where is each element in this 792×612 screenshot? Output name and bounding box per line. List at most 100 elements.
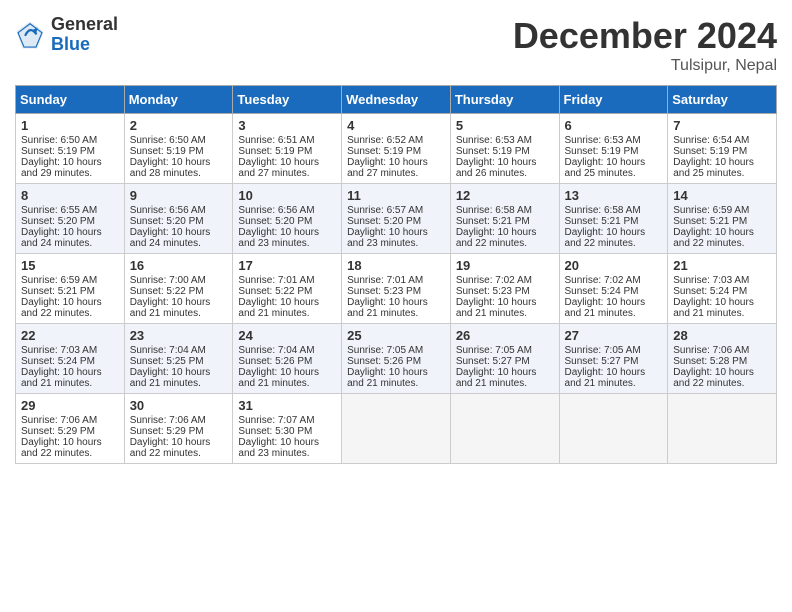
day-info: Daylight: 10 hours [565, 227, 663, 238]
day-info: Daylight: 10 hours [347, 227, 445, 238]
table-row: 27Sunrise: 7:05 AMSunset: 5:27 PMDayligh… [559, 324, 668, 394]
day-info: Sunset: 5:25 PM [130, 356, 228, 367]
day-info: and 24 minutes. [130, 238, 228, 249]
day-info: and 23 minutes. [238, 238, 336, 249]
table-row: 23Sunrise: 7:04 AMSunset: 5:25 PMDayligh… [124, 324, 233, 394]
day-info: Sunrise: 6:57 AM [347, 205, 445, 216]
day-number: 22 [21, 328, 119, 343]
table-row: 26Sunrise: 7:05 AMSunset: 5:27 PMDayligh… [450, 324, 559, 394]
day-info: and 22 minutes. [673, 238, 771, 249]
day-info: and 25 minutes. [565, 168, 663, 179]
day-info: and 21 minutes. [130, 308, 228, 319]
table-row: 5Sunrise: 6:53 AMSunset: 5:19 PMDaylight… [450, 114, 559, 184]
day-info: Sunset: 5:21 PM [565, 216, 663, 227]
table-row: 4Sunrise: 6:52 AMSunset: 5:19 PMDaylight… [342, 114, 451, 184]
day-info: Sunrise: 6:51 AM [238, 135, 336, 146]
day-number: 9 [130, 188, 228, 203]
day-info: Sunrise: 7:02 AM [456, 275, 554, 286]
table-row: 20Sunrise: 7:02 AMSunset: 5:24 PMDayligh… [559, 254, 668, 324]
table-row: 8Sunrise: 6:55 AMSunset: 5:20 PMDaylight… [16, 184, 125, 254]
day-info: and 22 minutes. [565, 238, 663, 249]
day-info: Daylight: 10 hours [21, 297, 119, 308]
day-info: Sunset: 5:26 PM [347, 356, 445, 367]
day-number: 7 [673, 118, 771, 133]
day-info: Sunset: 5:22 PM [238, 286, 336, 297]
table-row: 24Sunrise: 7:04 AMSunset: 5:26 PMDayligh… [233, 324, 342, 394]
day-info: Sunrise: 7:01 AM [347, 275, 445, 286]
day-info: Sunrise: 6:56 AM [238, 205, 336, 216]
day-info: Sunset: 5:19 PM [673, 146, 771, 157]
day-number: 23 [130, 328, 228, 343]
day-number: 19 [456, 258, 554, 273]
col-wednesday: Wednesday [342, 86, 451, 114]
table-row: 10 Sunrise: 6:56 AMSunset: 5:20 PMDayligh… [233, 184, 342, 254]
day-info: Sunset: 5:23 PM [456, 286, 554, 297]
day-info: Sunrise: 6:59 AM [21, 275, 119, 286]
day-info: and 25 minutes. [673, 168, 771, 179]
table-row: 17Sunrise: 7:01 AMSunset: 5:22 PMDayligh… [233, 254, 342, 324]
day-number: 25 [347, 328, 445, 343]
day-info: and 21 minutes. [456, 378, 554, 389]
day-info: and 22 minutes. [21, 448, 119, 459]
day-info: Sunset: 5:20 PM [130, 216, 228, 227]
day-info: Daylight: 10 hours [238, 157, 336, 168]
day-info: Daylight: 10 hours [238, 437, 336, 448]
day-info: Sunset: 5:30 PM [238, 426, 336, 437]
day-info: Sunrise: 7:06 AM [130, 415, 228, 426]
day-number: 10 [238, 188, 336, 203]
day-info: Daylight: 10 hours [456, 367, 554, 378]
day-info: Daylight: 10 hours [21, 437, 119, 448]
day-number: 27 [565, 328, 663, 343]
day-info: Sunrise: 7:03 AM [673, 275, 771, 286]
col-tuesday: Tuesday [233, 86, 342, 114]
table-row: 15Sunrise: 6:59 AMSunset: 5:21 PMDayligh… [16, 254, 125, 324]
day-info: Sunrise: 6:52 AM [347, 135, 445, 146]
table-row: 13Sunrise: 6:58 AMSunset: 5:21 PMDayligh… [559, 184, 668, 254]
table-row: 2Sunrise: 6:50 AMSunset: 5:19 PMDaylight… [124, 114, 233, 184]
day-info: Sunset: 5:29 PM [21, 426, 119, 437]
table-row: 14Sunrise: 6:59 AMSunset: 5:21 PMDayligh… [668, 184, 777, 254]
day-info: and 22 minutes. [21, 308, 119, 319]
day-info: and 29 minutes. [21, 168, 119, 179]
day-number: 11 [347, 188, 445, 203]
day-info: Daylight: 10 hours [130, 157, 228, 168]
table-row: 25Sunrise: 7:05 AMSunset: 5:26 PMDayligh… [342, 324, 451, 394]
day-info: and 21 minutes. [565, 378, 663, 389]
day-info: Sunset: 5:20 PM [238, 216, 336, 227]
day-info: Daylight: 10 hours [565, 157, 663, 168]
day-info: Daylight: 10 hours [456, 227, 554, 238]
day-info: and 26 minutes. [456, 168, 554, 179]
table-row: 9Sunrise: 6:56 AMSunset: 5:20 PMDaylight… [124, 184, 233, 254]
day-info: Sunrise: 7:03 AM [21, 345, 119, 356]
day-info: and 22 minutes. [673, 378, 771, 389]
day-info: Sunset: 5:24 PM [565, 286, 663, 297]
day-info: Sunrise: 7:06 AM [673, 345, 771, 356]
day-info: and 21 minutes. [238, 308, 336, 319]
day-info: and 21 minutes. [347, 308, 445, 319]
day-number: 8 [21, 188, 119, 203]
day-number: 12 [456, 188, 554, 203]
day-info: Sunset: 5:19 PM [565, 146, 663, 157]
day-info: Sunset: 5:21 PM [456, 216, 554, 227]
day-info: Sunset: 5:26 PM [238, 356, 336, 367]
day-info: Sunset: 5:19 PM [21, 146, 119, 157]
table-row [450, 394, 559, 464]
day-info: Sunrise: 6:54 AM [673, 135, 771, 146]
table-row [559, 394, 668, 464]
day-info: Daylight: 10 hours [21, 227, 119, 238]
day-info: Sunrise: 7:01 AM [238, 275, 336, 286]
day-info: Sunset: 5:21 PM [21, 286, 119, 297]
day-info: Sunset: 5:23 PM [347, 286, 445, 297]
day-info: Sunrise: 6:53 AM [565, 135, 663, 146]
day-number: 18 [347, 258, 445, 273]
calendar: Sunday Monday Tuesday Wednesday Thursday… [15, 85, 777, 464]
day-info: and 23 minutes. [347, 238, 445, 249]
day-info: Daylight: 10 hours [673, 157, 771, 168]
day-info: and 24 minutes. [21, 238, 119, 249]
day-number: 24 [238, 328, 336, 343]
day-info: and 21 minutes. [673, 308, 771, 319]
day-info: Daylight: 10 hours [238, 227, 336, 238]
day-info: Sunrise: 7:00 AM [130, 275, 228, 286]
day-info: Sunset: 5:22 PM [130, 286, 228, 297]
table-row: 21Sunrise: 7:03 AMSunset: 5:24 PMDayligh… [668, 254, 777, 324]
